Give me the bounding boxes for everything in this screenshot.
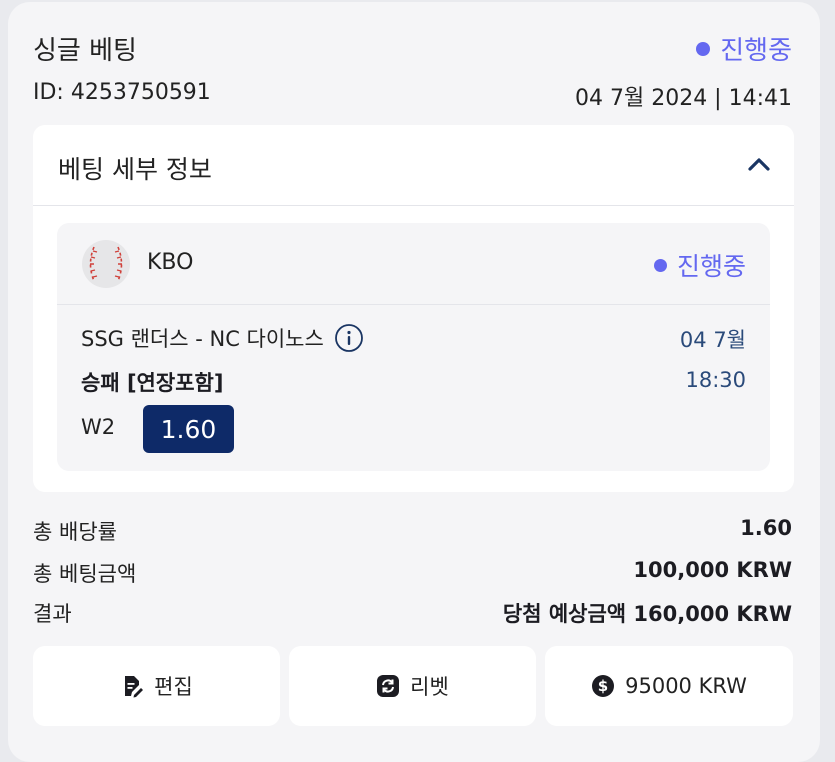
result-value: 당첨 예상금액 160,000 KRW [502,602,792,626]
summary-result: 결과 당첨 예상금액 160,000 KRW [33,598,792,628]
edit-document-icon [125,676,144,698]
dollar-coin-icon: $ [592,675,615,697]
cashout-label: 95000 KRW [625,674,747,698]
baseball-icon [82,240,130,288]
event-time: 18:30 [685,368,746,392]
match-row: SSG 랜더스 - NC 다이노스 [81,323,364,353]
odds-badge: 1.60 [143,405,234,453]
bet-details-title: 베팅 세부 정보 [58,155,212,184]
bet-status: 진행중 [696,30,792,67]
market-name: 승패 [연장포함] [81,371,224,395]
status-dot-icon [653,258,667,272]
chevron-up-icon[interactable] [746,151,772,177]
stake-label: 총 베팅금액 [33,562,137,586]
selection-pick: W2 [81,415,116,439]
total-odds-value: 1.60 [740,516,792,540]
edit-label: 편집 [154,675,193,699]
cashout-button[interactable]: $ 95000 KRW [545,646,793,726]
match-name: SSG 랜더스 - NC 다이노스 [81,327,324,351]
status-dot-icon [696,41,711,56]
bet-card: 싱글 베팅 진행중 ID: 4253750591 04 7월 2024 | 14… [8,2,820,762]
summary-stake: 총 베팅금액 100,000 KRW [33,558,792,588]
rebet-label: 리벳 [410,675,449,699]
total-odds-label: 총 배당률 [33,520,117,544]
bet-details-panel: 베팅 세부 정보 KBO 진행중 SSG 랜더스 - NC 다이노스 승패 [연… [33,125,794,492]
bet-id: ID: 4253750591 [33,80,211,105]
result-label: 결과 [33,602,72,626]
svg-text:$: $ [598,677,608,695]
bet-type-title: 싱글 베팅 [33,36,137,66]
bet-datetime: 04 7월 2024 | 14:41 [574,86,792,111]
event-header: KBO 진행중 [57,223,770,305]
event-status-label: 진행중 [676,252,746,281]
event-date: 04 7월 [679,328,746,352]
edit-button[interactable]: 편집 [33,646,280,726]
info-icon[interactable] [334,323,364,353]
summary-total-odds: 총 배당률 1.60 [33,516,792,546]
refresh-icon [377,675,400,697]
bet-details-header[interactable]: 베팅 세부 정보 [33,125,794,206]
bet-status-label: 진행중 [720,36,792,66]
league-name: KBO [147,250,194,275]
stake-value: 100,000 KRW [633,558,792,582]
event-card: KBO 진행중 SSG 랜더스 - NC 다이노스 승패 [연장포함] 04 7… [57,223,770,471]
event-status: 진행중 [653,247,746,283]
rebet-button[interactable]: 리벳 [289,646,536,726]
